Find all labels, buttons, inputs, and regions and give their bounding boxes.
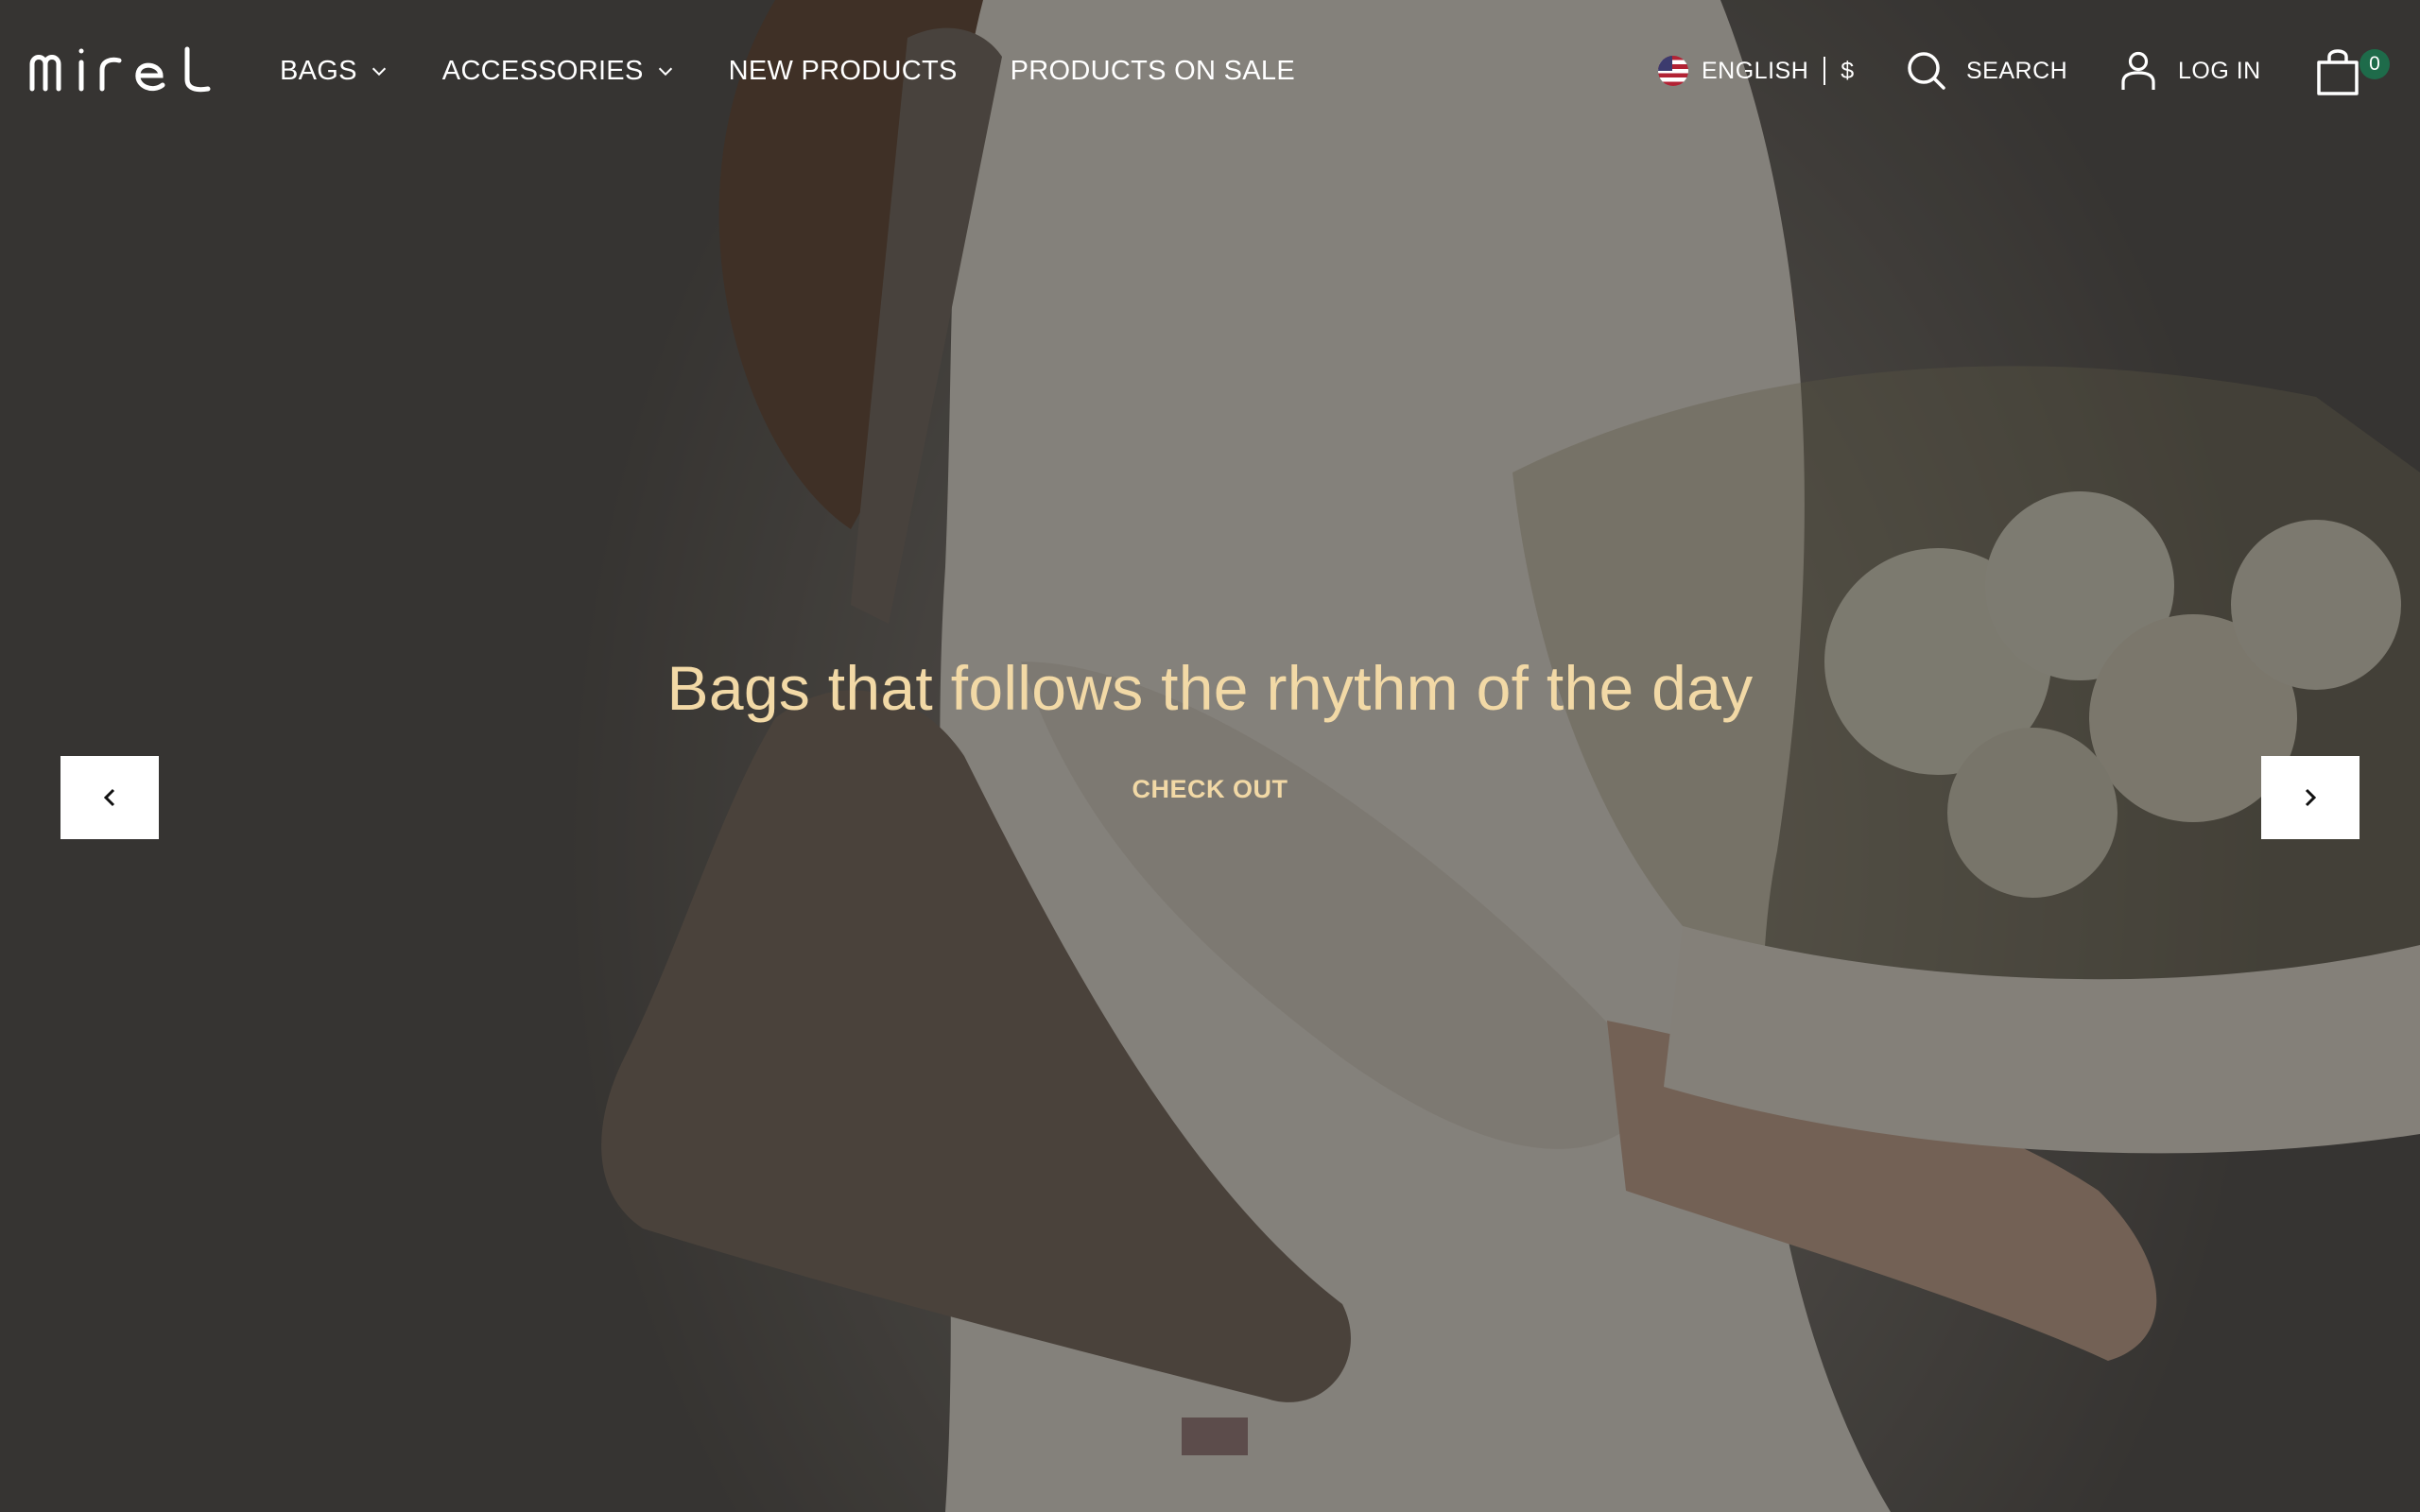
locale-selector[interactable]: ENGLISH $ [1658, 0, 1855, 142]
slider-next-button[interactable] [2261, 756, 2360, 839]
site-header: BAGS ACCESSORIES NEW PRODUCTS PRODUCTS O… [0, 0, 2420, 142]
brand-logo[interactable] [28, 45, 222, 94]
hero-overlay [0, 0, 2420, 1512]
nav-item-label: ACCESSORIES [441, 55, 644, 86]
language-label: ENGLISH [1702, 57, 1809, 84]
main-nav: BAGS ACCESSORIES NEW PRODUCTS PRODUCTS O… [280, 0, 1348, 142]
nav-item-label: PRODUCTS ON SALE [1010, 55, 1295, 86]
nav-item-bags[interactable]: BAGS [280, 56, 389, 87]
chevron-down-icon [372, 67, 386, 77]
login-button[interactable]: LOG IN [2118, 0, 2261, 142]
nav-item-products-on-sale[interactable]: PRODUCTS ON SALE [1011, 56, 1295, 87]
check-out-button[interactable]: CHECK OUT [1115, 775, 1305, 804]
shopping-bag-icon [2317, 49, 2359, 95]
search-button[interactable]: SEARCH [1906, 0, 2067, 142]
currency-label: $ [1841, 57, 1855, 84]
chevron-left-icon [103, 788, 115, 807]
cart-button[interactable] [2314, 0, 2361, 142]
chevron-down-icon [658, 67, 672, 77]
search-icon [1908, 52, 1945, 90]
slider-prev-button[interactable] [60, 756, 159, 839]
user-icon [2121, 51, 2155, 90]
hero-banner [0, 0, 2420, 1512]
search-label: SEARCH [1966, 57, 2068, 84]
login-label: LOG IN [2178, 57, 2261, 84]
nav-item-new-products[interactable]: NEW PRODUCTS [729, 56, 958, 87]
nav-item-accessories[interactable]: ACCESSORIES [442, 56, 676, 87]
nav-item-label: NEW PRODUCTS [728, 55, 958, 86]
chevron-right-icon [2305, 788, 2317, 807]
divider [1824, 57, 1826, 85]
hero-headline: Bags that follows the rhythm of the day [666, 653, 1754, 723]
nav-item-label: BAGS [280, 55, 357, 86]
cart-count-badge: 0 [2360, 49, 2390, 79]
us-flag-icon [1658, 56, 1688, 86]
